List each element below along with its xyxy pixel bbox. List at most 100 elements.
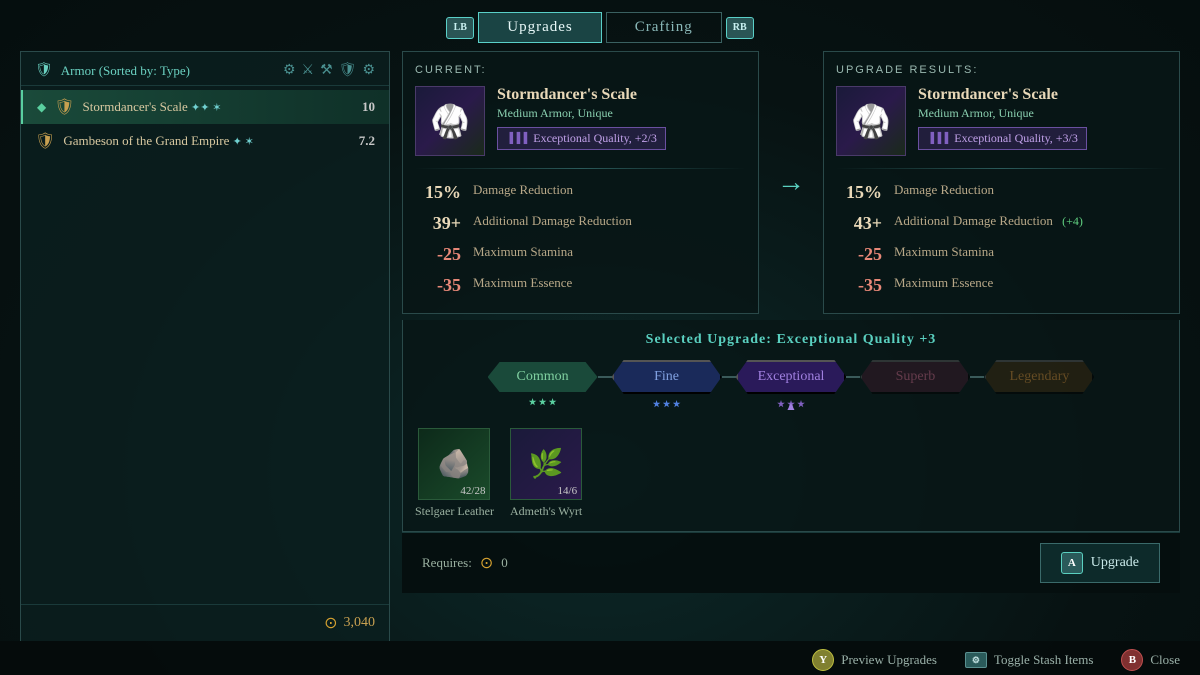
top-nav: LB Upgrades Crafting RB [0, 0, 1200, 51]
item-stars: ✦✦ ✶ [191, 102, 221, 114]
stat-name: Additional Damage Reduction [473, 213, 738, 229]
craft-icon: ⚒ [320, 62, 333, 79]
preview-upgrades-label: Preview Upgrades [841, 652, 937, 668]
tier-common-button[interactable]: Common [488, 362, 598, 392]
armor-category-label: Armor (Sorted by: Type) [61, 63, 190, 79]
tier-fine-stars [653, 400, 681, 408]
main-container: LB Upgrades Crafting RB 🛡 Armor (Sorted … [0, 0, 1200, 675]
current-label: CURRENT: [415, 64, 746, 76]
stat-val: 43+ [844, 213, 882, 234]
armor-upgrade-thumbnail-icon: 🥋 [851, 102, 891, 140]
tier-item-fine: Fine [612, 360, 722, 394]
material-count: 14/6 [558, 485, 578, 497]
stat-row: 39+ Additional Damage Reduction [415, 208, 746, 239]
upgrade-section: Selected Upgrade: Exceptional Quality +3… [402, 320, 1180, 532]
armor-category: 🛡 Armor (Sorted by: Type) [35, 62, 190, 79]
current-item-name: Stormdancer's Scale [497, 86, 746, 104]
divider [836, 168, 1167, 169]
quality-text: Exceptional Quality, +2/3 [533, 131, 657, 146]
item-icon: 🛡 [35, 131, 55, 151]
quality-text: Exceptional Quality, +3/3 [954, 131, 1078, 146]
current-tier-arrow: ▲ [785, 399, 797, 414]
close-action[interactable]: B Close [1121, 649, 1180, 671]
quality-icon: ▐▐▐ [927, 133, 948, 144]
currency-value: 3,040 [344, 615, 376, 631]
tier-superb-button[interactable]: Superb [860, 360, 970, 394]
material-count: 42/28 [460, 485, 485, 497]
star-icon [549, 398, 557, 406]
left-panel-footer: ⊙ 3,040 [21, 604, 389, 641]
current-panel: CURRENT: 🥋 Stormdancer's Scale Medium Ar… [402, 51, 759, 314]
item-name: Gambeson of the Grand Empire ✦ ✶ [63, 133, 350, 149]
divider [415, 168, 746, 169]
stat-name: Damage Reduction [473, 182, 738, 198]
stat-row: 43+ Additional Damage Reduction (+4) [836, 208, 1167, 239]
list-item[interactable]: 🛡 Gambeson of the Grand Empire ✦ ✶ 7.2 [21, 124, 389, 158]
footer-actions: Y Preview Upgrades ⚙ Toggle Stash Items … [0, 641, 1200, 675]
upgrade-results-panel: UPGRADE RESULTS: 🥋 Stormdancer's Scale M… [823, 51, 1180, 314]
requires-section: Requires: ⊙ 0 [422, 553, 508, 573]
tier-legendary-button[interactable]: Legendary [984, 360, 1094, 394]
selected-value: Exceptional Quality +3 [776, 332, 936, 347]
equipment-list: ◆ 🛡 Stormdancer's Scale ✦✦ ✶ 10 🛡 Gambes… [21, 86, 389, 604]
tier-connector [722, 376, 736, 378]
requires-coin-icon: ⊙ [480, 553, 493, 573]
stat-name: Additional Damage Reduction (+4) [894, 213, 1159, 229]
stat-val: 39+ [423, 213, 461, 234]
stat-name: Maximum Stamina [894, 244, 1159, 260]
comparison-row: CURRENT: 🥋 Stormdancer's Scale Medium Ar… [402, 51, 1180, 314]
stat-name: Maximum Essence [473, 275, 738, 291]
stat-name: Maximum Essence [894, 275, 1159, 291]
star-icon [529, 398, 537, 406]
left-panel: 🛡 Armor (Sorted by: Type) ⚙ ⚔ ⚒ 🛡 ⚙ ◆ 🛡 … [20, 51, 390, 641]
tier-connector [846, 376, 860, 378]
leather-icon: 🪨 [437, 447, 472, 481]
requires-value: 0 [501, 555, 508, 571]
tier-item-legendary: Legendary [984, 360, 1094, 394]
current-item-info: Stormdancer's Scale Medium Armor, Unique… [497, 86, 746, 156]
tier-exceptional-button[interactable]: Exceptional [736, 360, 847, 394]
stat-row: -25 Maximum Stamina [415, 239, 746, 270]
y-button-icon: Y [812, 649, 834, 671]
star-icon [663, 400, 671, 408]
upgrade-item-thumbnail: 🥋 [836, 86, 906, 156]
tier-connector [970, 376, 984, 378]
filter-icon: ⚔ [302, 62, 315, 79]
lb-trigger[interactable]: LB [446, 17, 474, 39]
gear-icon: ⚙ [362, 62, 375, 79]
tier-fine-button[interactable]: Fine [612, 360, 722, 394]
stat-val: 15% [423, 182, 461, 203]
coin-icon: ⊙ [324, 613, 337, 633]
stat-name: Damage Reduction [894, 182, 1159, 198]
preview-upgrades-action[interactable]: Y Preview Upgrades [812, 649, 937, 671]
left-panel-header: 🛡 Armor (Sorted by: Type) ⚙ ⚔ ⚒ 🛡 ⚙ [21, 52, 389, 86]
tier-common-stars [529, 398, 557, 406]
item-stars: ✦ ✶ [233, 136, 254, 148]
material-icon-box: 🌿 14/6 [510, 428, 582, 500]
upgrade-item-info: Stormdancer's Scale Medium Armor, Unique… [918, 86, 1167, 156]
tab-crafting[interactable]: Crafting [606, 12, 722, 43]
wyrt-icon: 🌿 [529, 447, 564, 481]
list-item[interactable]: ◆ 🛡 Stormdancer's Scale ✦✦ ✶ 10 [21, 90, 389, 124]
stat-bonus: (+4) [1062, 214, 1083, 228]
toggle-stash-action[interactable]: ⚙ Toggle Stash Items [965, 652, 1093, 668]
upgrade-quality-badge: ▐▐▐ Exceptional Quality, +3/3 [918, 127, 1087, 150]
rb-trigger[interactable]: RB [726, 17, 754, 39]
upgrade-button[interactable]: A Upgrade [1040, 543, 1160, 583]
current-item-type: Medium Armor, Unique [497, 106, 746, 121]
stat-row: 15% Damage Reduction [836, 177, 1167, 208]
material-name: Admeth's Wyrt [510, 504, 582, 519]
materials-row: 🪨 42/28 Stelgaer Leather 🌿 14/6 Admeth's… [415, 410, 1167, 519]
upgrade-label: Upgrade [1091, 555, 1139, 571]
quality-icon: ▐▐▐ [506, 133, 527, 144]
stat-row: -25 Maximum Stamina [836, 239, 1167, 270]
upgrade-tiers: Common Fine [415, 360, 1167, 394]
stat-row: -35 Maximum Essence [836, 270, 1167, 301]
star-icon [777, 400, 785, 408]
bottom-bar: Requires: ⊙ 0 A Upgrade [402, 532, 1180, 593]
armor-icon: 🛡 [35, 62, 53, 79]
star-icon [797, 400, 805, 408]
tier-item-exceptional: Exceptional ▲ [736, 360, 847, 394]
tab-upgrades[interactable]: Upgrades [478, 12, 601, 43]
shield-icon: 🛡 [339, 62, 357, 79]
